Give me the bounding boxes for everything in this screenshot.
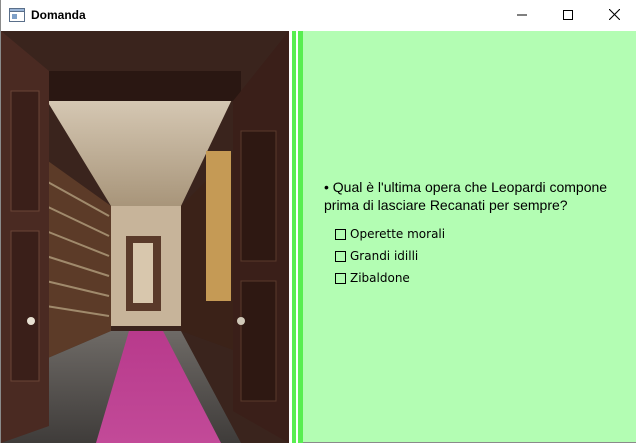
checkbox[interactable] (335, 250, 346, 262)
option-zibaldone[interactable]: Zibaldone (335, 267, 445, 289)
minimize-button[interactable] (499, 0, 545, 31)
maximize-icon (563, 7, 573, 25)
close-button[interactable] (591, 0, 636, 31)
option-grandi-idilli[interactable]: Grandi idilli (335, 245, 445, 267)
minimize-icon (517, 7, 527, 25)
option-label: Zibaldone (350, 271, 410, 285)
app-window: Domanda • Qual è l'ultima opera che Leop… (0, 0, 636, 443)
title-bar[interactable]: Domanda (1, 0, 636, 31)
library-photo (1, 31, 289, 443)
checkbox[interactable] (335, 272, 346, 284)
window-title: Domanda (31, 8, 86, 22)
close-icon (608, 7, 620, 25)
question-panel: • Qual è l'ultima opera che Leopardi com… (303, 31, 636, 442)
option-label: Grandi idilli (350, 249, 419, 263)
app-icon (9, 8, 25, 22)
maximize-button[interactable] (545, 0, 591, 31)
option-label: Operette morali (350, 227, 446, 241)
option-operette-morali[interactable]: Operette morali (335, 223, 445, 245)
answer-options: Operette morali Grandi idilli Zibaldone (335, 223, 445, 289)
question-text: • Qual è l'ultima opera che Leopardi com… (324, 179, 608, 213)
checkbox[interactable] (335, 228, 346, 240)
